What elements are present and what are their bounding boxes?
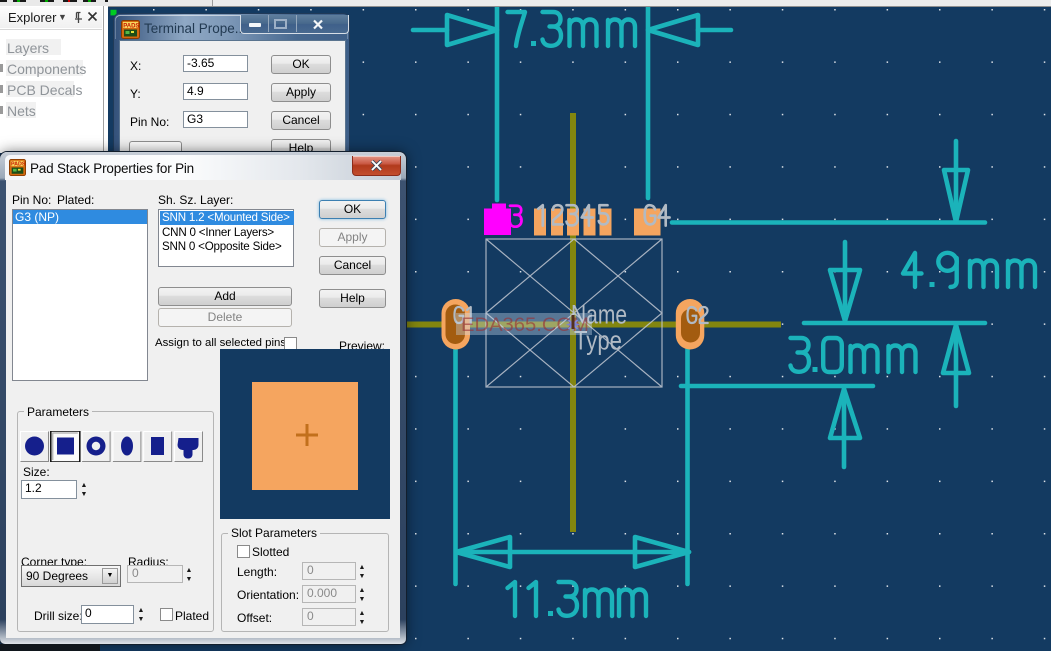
svg-text:PADS: PADS [11,162,26,168]
svg-text:PADS: PADS [123,23,139,29]
